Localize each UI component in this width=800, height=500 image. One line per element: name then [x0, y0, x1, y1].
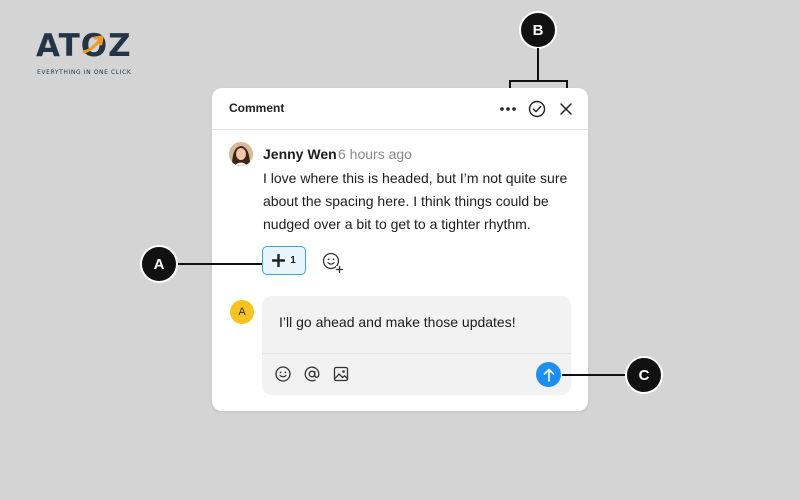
resolve-check-icon	[528, 100, 546, 118]
send-button[interactable]	[536, 362, 561, 387]
callout-a: A	[140, 245, 178, 283]
add-reaction-icon	[322, 252, 344, 274]
callout-c: C	[625, 356, 663, 394]
plus-icon	[272, 254, 286, 267]
close-icon	[560, 103, 572, 115]
comment-header: Comment	[212, 88, 588, 130]
panel-title: Comment	[229, 101, 285, 115]
reply-input[interactable]: I’ll go ahead and make those updates!	[262, 296, 571, 395]
reply-avatar: A	[230, 300, 254, 324]
emoji-button[interactable]	[274, 365, 292, 383]
comment-body: I love where this is headed, but I’m not…	[263, 170, 568, 232]
callout-a-line	[178, 263, 262, 265]
reaction-chip[interactable]: 1	[262, 246, 306, 275]
reaction-count: 1	[290, 255, 296, 266]
callout-b-stem	[537, 48, 539, 81]
callout-b-bracket-right	[566, 80, 568, 88]
logo-arrow-icon	[82, 35, 104, 54]
logo-tagline: EVERYTHING IN ONE CLICK	[37, 69, 132, 76]
close-button[interactable]	[555, 98, 577, 120]
image-button[interactable]	[332, 365, 350, 383]
callout-c-line	[562, 374, 626, 376]
mention-button[interactable]	[303, 365, 321, 383]
image-icon	[333, 366, 349, 382]
reply-text: I’ll go ahead and make those updates!	[279, 314, 516, 330]
more-icon	[500, 107, 516, 111]
atoz-logo: ATOZ EVERYTHING IN ONE CLICK	[36, 28, 136, 80]
more-options-button[interactable]	[497, 98, 519, 120]
reply-divider	[262, 353, 571, 354]
callout-b-bracket	[509, 80, 568, 82]
callout-b-bracket-left	[509, 80, 511, 88]
jenny-avatar	[229, 142, 253, 166]
mention-icon	[304, 366, 320, 382]
resolve-button[interactable]	[526, 98, 548, 120]
comment-author: Jenny Wen	[263, 146, 337, 162]
send-arrow-icon	[543, 368, 554, 382]
emoji-icon	[275, 366, 291, 382]
callout-b: B	[519, 11, 557, 49]
add-reaction-button[interactable]	[320, 250, 344, 274]
comment-timestamp: 6 hours ago	[338, 146, 412, 162]
comment-panel: Comment Jenny Wen 6 hours ago I love whe…	[212, 88, 588, 411]
